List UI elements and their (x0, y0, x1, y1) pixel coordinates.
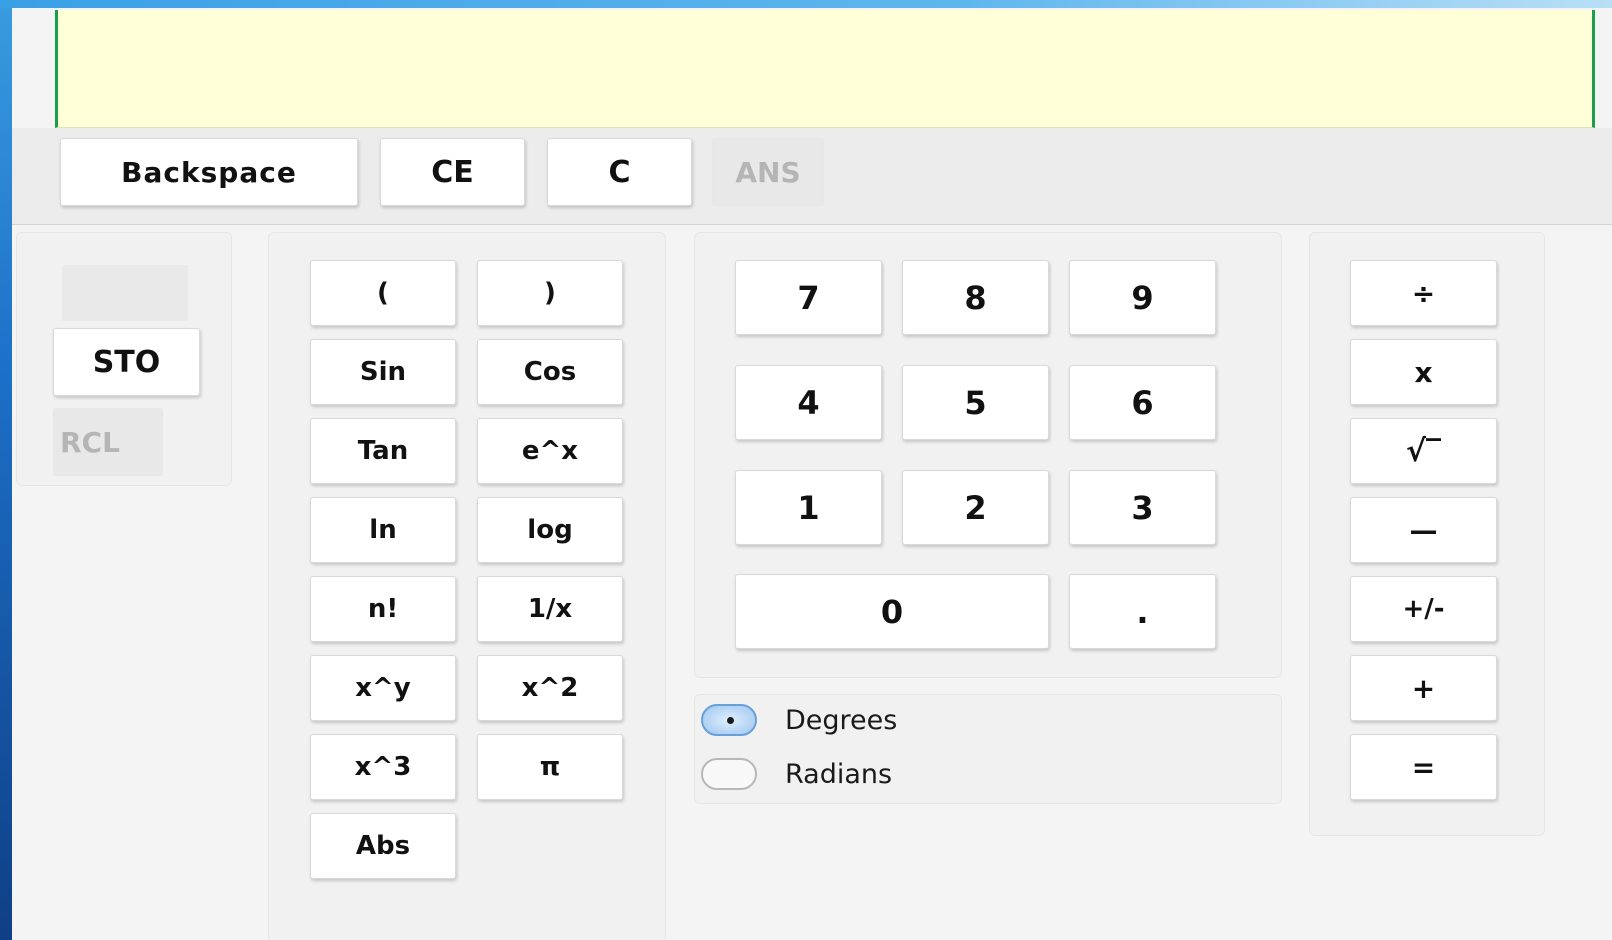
digit-8-button[interactable]: 8 (902, 260, 1049, 335)
top-control-row: Backspace CE C ANS (12, 128, 1612, 225)
ans-button[interactable]: ANS (712, 138, 824, 206)
memory-indicator (62, 265, 188, 321)
power-button[interactable]: x^y (310, 655, 456, 721)
equals-button[interactable]: = (1350, 734, 1497, 800)
clear-entry-button[interactable]: CE (380, 138, 525, 206)
digit-3-button[interactable]: 3 (1069, 470, 1216, 545)
backspace-button[interactable]: Backspace (60, 138, 358, 206)
ln-button[interactable]: ln (310, 497, 456, 563)
radians-option[interactable]: Radians (701, 758, 892, 790)
square-button[interactable]: x^2 (477, 655, 623, 721)
digit-2-button[interactable]: 2 (902, 470, 1049, 545)
window-left-border (0, 0, 12, 940)
sqrt-button[interactable]: √‾ (1350, 418, 1497, 484)
radians-radio[interactable] (701, 758, 757, 790)
pi-button[interactable]: π (477, 734, 623, 800)
reciprocal-button[interactable]: 1/x (477, 576, 623, 642)
digit-7-button[interactable]: 7 (735, 260, 882, 335)
calculator-app: Backspace CE C ANS STO RCL ( ) Sin Cos T… (12, 8, 1612, 940)
digit-9-button[interactable]: 9 (1069, 260, 1216, 335)
degrees-label: Degrees (785, 704, 898, 736)
clear-button[interactable]: C (547, 138, 692, 206)
digit-0-button[interactable]: 0 (735, 574, 1049, 649)
close-paren-button[interactable]: ) (477, 260, 623, 326)
degrees-radio[interactable] (701, 704, 757, 736)
open-paren-button[interactable]: ( (310, 260, 456, 326)
factorial-button[interactable]: n! (310, 576, 456, 642)
calculator-display[interactable] (55, 10, 1595, 128)
divide-button[interactable]: ÷ (1350, 260, 1497, 326)
decimal-point-button[interactable]: . (1069, 574, 1216, 649)
add-button[interactable]: + (1350, 655, 1497, 721)
exp-button[interactable]: e^x (477, 418, 623, 484)
radians-label: Radians (785, 758, 893, 790)
multiply-button[interactable]: x (1350, 339, 1497, 405)
subtract-button[interactable]: — (1350, 497, 1497, 563)
window-top-border (0, 0, 1612, 8)
abs-button[interactable]: Abs (310, 813, 456, 879)
digit-1-button[interactable]: 1 (735, 470, 882, 545)
store-button[interactable]: STO (53, 328, 200, 396)
cube-button[interactable]: x^3 (310, 734, 456, 800)
recall-button[interactable]: RCL (53, 408, 163, 476)
tan-button[interactable]: Tan (310, 418, 456, 484)
cos-button[interactable]: Cos (477, 339, 623, 405)
digit-4-button[interactable]: 4 (735, 365, 882, 440)
digit-6-button[interactable]: 6 (1069, 365, 1216, 440)
degrees-option[interactable]: Degrees (701, 704, 897, 736)
digit-5-button[interactable]: 5 (902, 365, 1049, 440)
log-button[interactable]: log (477, 497, 623, 563)
negate-button[interactable]: +/- (1350, 576, 1497, 642)
sin-button[interactable]: Sin (310, 339, 456, 405)
